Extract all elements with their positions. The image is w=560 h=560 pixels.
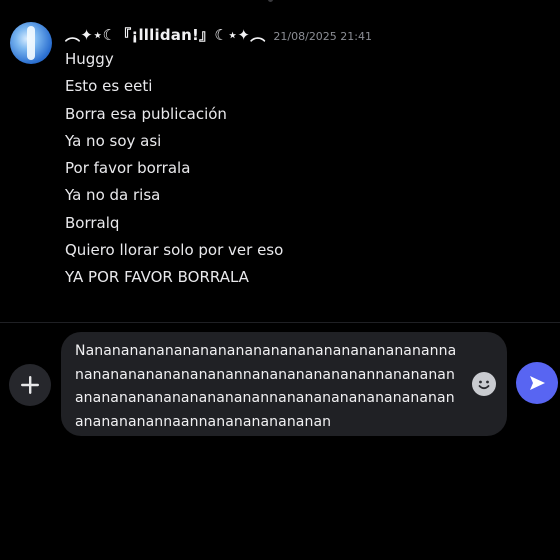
message-line: Borralq: [65, 213, 120, 232]
message-line: Huggy: [65, 50, 114, 68]
message-input[interactable]: Nananananananananananananananananananana…: [75, 340, 461, 434]
message-line: Quiero llorar solo por ver eso: [65, 241, 284, 260]
message-composer: Nananananananananananananananananananana…: [0, 330, 560, 440]
divider: [0, 322, 560, 323]
message-line: Esto es eeti: [65, 77, 153, 96]
message-line: Por favor borrala: [65, 159, 191, 178]
message-header: ︵✦⋆☾『¡lllidan!』☾⋆✦︵ 21/08/2025 21:41: [65, 24, 372, 45]
message-line: Ya no da risa: [65, 186, 161, 205]
send-button[interactable]: [516, 362, 558, 404]
send-icon: [530, 376, 545, 390]
timestamp: 21/08/2025 21:41: [273, 30, 373, 43]
emoji-button[interactable]: [472, 372, 496, 396]
add-attachment-button[interactable]: [9, 364, 51, 406]
emoji-icon: [478, 380, 490, 390]
avatar[interactable]: [10, 22, 52, 64]
message-line: Ya no soy asi: [65, 131, 162, 150]
chat-message: ︵✦⋆☾『¡lllidan!』☾⋆✦︵ 21/08/2025 21:41 Hug…: [0, 0, 560, 320]
plus-icon: [21, 376, 39, 394]
avatar-image: [27, 26, 35, 60]
message-content: Huggy Esto es eeti Borra esa publicación…: [65, 46, 283, 292]
message-input-box[interactable]: Nananananananananananananananananananana…: [61, 332, 507, 436]
message-line: Borra esa publicación: [65, 104, 227, 123]
message-line: YA POR FAVOR BORRALA: [65, 268, 249, 287]
username[interactable]: ︵✦⋆☾『¡lllidan!』☾⋆✦︵: [65, 24, 265, 45]
